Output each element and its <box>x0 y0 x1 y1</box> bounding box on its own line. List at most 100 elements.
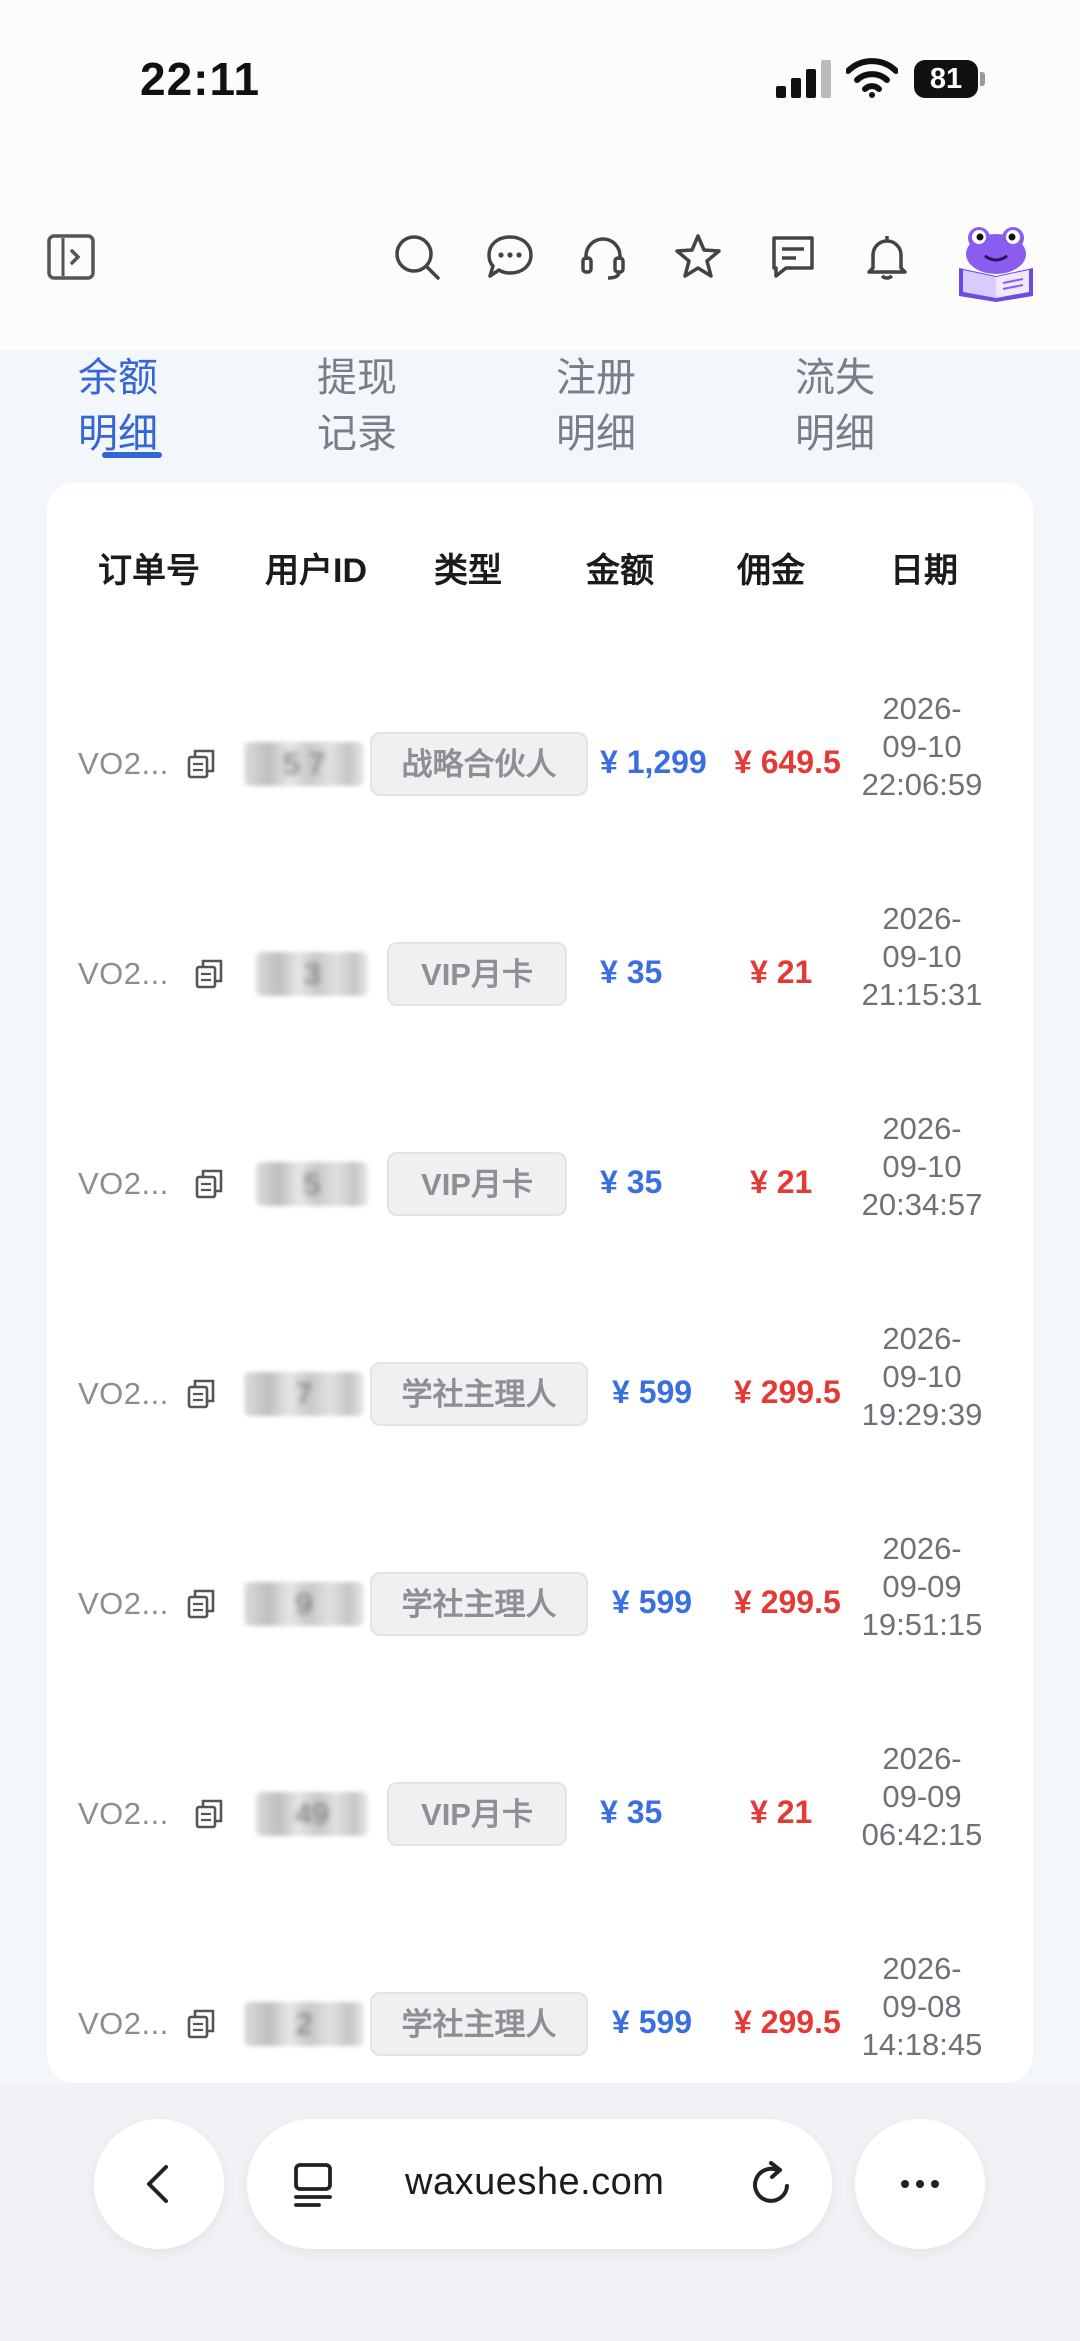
date-day: 09-09 <box>882 1569 962 1604</box>
date-value: 2026- 09-10 21:15:31 <box>837 900 1007 1014</box>
date-value: 2026- 09-10 22:06:59 <box>837 690 1007 804</box>
tab-label-line1: 注册 <box>556 356 636 400</box>
tab-label-line1: 提现 <box>317 356 397 400</box>
top-app-bar <box>0 150 1080 350</box>
commission-value: ¥ 299.5 <box>734 1584 841 1620</box>
tab-label-line1: 流失 <box>795 356 875 400</box>
order-number[interactable]: VO2... <box>78 1796 169 1832</box>
date-time: 19:51:15 <box>861 1607 983 1642</box>
amount-value: ¥ 1,299 <box>600 744 707 780</box>
table-row: VO2... 5 7 战略合伙人 ¥ 1,299 ¥ 649.5 2026- 0… <box>47 660 1033 870</box>
copy-icon[interactable] <box>193 1168 225 1200</box>
tab-withdraw-record[interactable]: 提现 记录 <box>317 350 457 462</box>
copy-icon[interactable] <box>193 958 225 990</box>
commission-value: ¥ 649.5 <box>734 744 841 780</box>
frog-book-avatar[interactable] <box>955 220 1037 302</box>
order-number[interactable]: VO2... <box>78 1376 169 1412</box>
date-value: 2026- 09-10 20:34:57 <box>837 1110 1007 1224</box>
date-year: 2026- <box>882 1111 962 1146</box>
search-icon[interactable] <box>392 232 442 282</box>
table-row: VO2... 49 VIP月卡 ¥ 35 ¥ 21 2026- 09-09 06… <box>47 1710 1033 1920</box>
copy-icon[interactable] <box>185 1378 217 1410</box>
reload-icon[interactable] <box>747 2159 797 2209</box>
browser-toolbar: waxueshe.com <box>0 2083 1080 2341</box>
header-order-no: 订单号 <box>98 552 200 590</box>
commission-value: ¥ 299.5 <box>734 1374 841 1410</box>
copy-icon[interactable] <box>185 748 217 780</box>
header-commission: 佣金 <box>737 552 805 590</box>
user-id-masked: 5 7 <box>244 742 364 786</box>
user-id-masked: 9 <box>244 1582 364 1626</box>
order-number[interactable]: VO2... <box>78 956 169 992</box>
commission-value: ¥ 299.5 <box>734 2004 841 2040</box>
copy-icon[interactable] <box>193 1798 225 1830</box>
commission-value: ¥ 21 <box>750 1164 813 1200</box>
tab-register-detail[interactable]: 注册 明细 <box>556 350 696 462</box>
user-id-masked: 2 <box>244 2002 364 2046</box>
active-tab-indicator <box>102 452 162 458</box>
tabs-icon[interactable] <box>289 2159 339 2209</box>
tab-label-line2: 明细 <box>556 412 636 456</box>
date-value: 2026- 09-09 06:42:15 <box>837 1740 1007 1854</box>
tab-label-line1: 余额 <box>78 356 158 400</box>
order-number[interactable]: VO2... <box>78 1166 169 1202</box>
tab-bar: 余额 明细 提现 记录 注册 明细 流失 明细 <box>0 350 1080 470</box>
order-number[interactable]: VO2... <box>78 1586 169 1622</box>
user-id-masked: 49 <box>256 1792 368 1836</box>
table-row: VO2... 3 VIP月卡 ¥ 35 ¥ 21 2026- 09-10 21:… <box>47 870 1033 1080</box>
amount-value: ¥ 599 <box>612 2004 693 2040</box>
bell-icon[interactable] <box>862 232 912 282</box>
battery-tip <box>980 72 985 86</box>
more-button[interactable] <box>855 2119 985 2249</box>
order-number[interactable]: VO2... <box>78 746 169 782</box>
amount-value: ¥ 599 <box>612 1584 693 1620</box>
copy-icon[interactable] <box>185 2008 217 2040</box>
date-time: 06:42:15 <box>861 1817 983 1852</box>
star-icon[interactable] <box>673 232 723 282</box>
user-id-masked: 5 <box>256 1162 368 1206</box>
message-icon[interactable] <box>768 232 818 282</box>
user-id-value: 5 <box>303 1168 321 1201</box>
date-value: 2026- 09-10 19:29:39 <box>837 1320 1007 1434</box>
commission-value: ¥ 21 <box>750 1794 813 1830</box>
balance-detail-table: 订单号 用户ID 类型 金额 佣金 日期 VO2... 5 7 战略合伙人 ¥ … <box>47 483 1033 2083</box>
table-row: VO2... 9 学社主理人 ¥ 599 ¥ 299.5 2026- 09-09… <box>47 1500 1033 1710</box>
date-day: 09-10 <box>882 1149 962 1184</box>
support-headset-icon[interactable] <box>578 232 628 282</box>
date-year: 2026- <box>882 1951 962 1986</box>
type-badge: 学社主理人 <box>370 1572 588 1636</box>
sidebar-toggle-icon[interactable] <box>46 232 96 282</box>
battery-indicator: 81 <box>914 60 986 98</box>
user-id-value: 7 <box>295 1378 313 1411</box>
date-day: 09-10 <box>882 1359 962 1394</box>
header-user-id: 用户ID <box>265 552 367 590</box>
user-id-masked: 3 <box>256 952 368 996</box>
amount-value: ¥ 35 <box>600 954 663 990</box>
back-button[interactable] <box>94 2119 224 2249</box>
copy-icon[interactable] <box>185 1588 217 1620</box>
date-year: 2026- <box>882 691 962 726</box>
type-badge: VIP月卡 <box>387 1782 567 1846</box>
amount-value: ¥ 35 <box>600 1164 663 1200</box>
date-day: 09-10 <box>882 729 962 764</box>
user-id-value: 2 <box>295 2008 313 2041</box>
wifi-icon <box>846 58 898 98</box>
table-row: VO2... 2 学社主理人 ¥ 599 ¥ 299.5 2026- 09-08… <box>47 1920 1033 2083</box>
date-time: 21:15:31 <box>861 977 983 1012</box>
header-date: 日期 <box>890 552 958 590</box>
order-number[interactable]: VO2... <box>78 2006 169 2042</box>
address-bar[interactable]: waxueshe.com <box>247 2119 832 2249</box>
table-row: VO2... 7 学社主理人 ¥ 599 ¥ 299.5 2026- 09-10… <box>47 1290 1033 1500</box>
tab-balance-detail[interactable]: 余额 明细 <box>78 350 218 462</box>
type-badge: 学社主理人 <box>370 1362 588 1426</box>
more-icon <box>901 2180 939 2188</box>
type-badge: 学社主理人 <box>370 1992 588 2056</box>
chat-icon[interactable] <box>485 232 535 282</box>
date-time: 14:18:45 <box>861 2027 983 2062</box>
tab-churn-detail[interactable]: 流失 明细 <box>795 350 935 462</box>
status-time: 22:11 <box>140 53 261 105</box>
user-id-value: 49 <box>295 1798 329 1831</box>
date-year: 2026- <box>882 1531 962 1566</box>
date-time: 19:29:39 <box>861 1397 983 1432</box>
user-id-value: 3 <box>303 958 321 991</box>
